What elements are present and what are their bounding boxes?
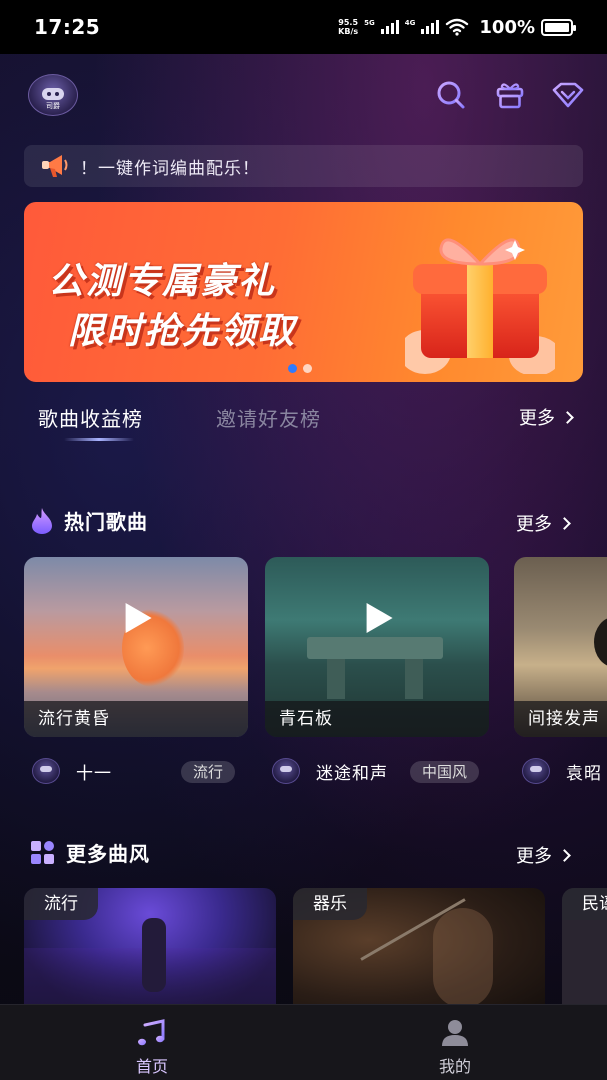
avatar[interactable] bbox=[32, 758, 60, 784]
tab-active-indicator bbox=[64, 438, 134, 441]
avatar[interactable] bbox=[522, 758, 550, 784]
pagination-dot-active bbox=[288, 364, 297, 373]
net-type-4g: 4G bbox=[404, 18, 416, 27]
search-icon[interactable] bbox=[434, 78, 468, 112]
song-name: 流行黄昏 bbox=[24, 701, 248, 737]
more-label: 更多 bbox=[519, 408, 555, 429]
tab-song-earnings[interactable]: 歌曲收益榜 bbox=[38, 403, 143, 432]
genre-tag: 中国风 bbox=[410, 761, 480, 783]
stone-slab bbox=[307, 637, 443, 659]
style-card[interactable]: 器乐 bbox=[293, 888, 545, 1018]
song-card[interactable]: 间接发声 bbox=[514, 557, 607, 737]
nav-item-me[interactable]: 我的 bbox=[415, 1019, 495, 1077]
more-label: 更多 bbox=[516, 514, 552, 535]
song-card[interactable]: 青石板 bbox=[265, 557, 489, 737]
more-styles-more-button[interactable]: 更多 bbox=[516, 842, 571, 868]
bottom-nav: 首页 我的 bbox=[0, 1004, 607, 1080]
banner-title-line2: 限时抢先领取 bbox=[68, 311, 297, 352]
more-styles-heading: 更多曲风 bbox=[30, 838, 150, 867]
diamond-icon[interactable] bbox=[551, 78, 585, 112]
gift-box-illustration bbox=[405, 238, 555, 374]
style-card[interactable]: 民谣 bbox=[562, 888, 607, 1018]
genre-tag: 流行 bbox=[181, 761, 236, 783]
play-icon[interactable] bbox=[125, 603, 152, 633]
status-time: 17:25 bbox=[34, 15, 101, 39]
song-meta: 迷途和声 bbox=[272, 758, 388, 784]
singer-name: 十一 bbox=[76, 763, 112, 784]
style-label: 民谣 bbox=[562, 888, 607, 920]
style-label: 器乐 bbox=[293, 888, 367, 920]
section-title: 热门歌曲 bbox=[64, 510, 148, 534]
singer-name: 袁昭 bbox=[566, 763, 602, 784]
signal-icon bbox=[421, 20, 440, 34]
signal-icon bbox=[380, 20, 399, 34]
song-meta: 十一 bbox=[32, 758, 112, 784]
style-card[interactable]: 流行 bbox=[24, 888, 276, 1018]
song-name: 青石板 bbox=[265, 701, 489, 737]
more-label: 更多 bbox=[516, 846, 552, 867]
music-note-icon bbox=[138, 1019, 165, 1046]
battery-percent: 100% bbox=[479, 16, 535, 38]
chevron-right-icon bbox=[558, 516, 571, 530]
section-title: 更多曲风 bbox=[66, 842, 150, 866]
nav-label: 首页 bbox=[135, 1057, 168, 1076]
flame-icon bbox=[32, 507, 52, 534]
gift-icon[interactable] bbox=[493, 78, 527, 112]
megaphone-icon bbox=[42, 155, 68, 177]
nav-item-home[interactable]: 首页 bbox=[112, 1019, 192, 1077]
pagination-dot bbox=[303, 364, 312, 373]
banner-title-line1: 公测专属豪礼 bbox=[48, 261, 277, 302]
singer-name: 迷途和声 bbox=[316, 763, 388, 784]
performer-silhouette bbox=[142, 918, 166, 992]
tab-invite-friends[interactable]: 邀请好友榜 bbox=[216, 403, 321, 432]
logo-face-icon bbox=[42, 88, 64, 100]
chevron-right-icon bbox=[561, 410, 574, 424]
hot-songs-heading: 热门歌曲 bbox=[30, 506, 148, 535]
app-logo[interactable]: 司爵 bbox=[28, 74, 78, 116]
banner-pagination bbox=[288, 364, 312, 373]
status-indicators: 95.5 KB/s 5G 4G 100% bbox=[338, 16, 576, 38]
logo-text: 司爵 bbox=[46, 102, 60, 110]
song-card[interactable]: 流行黄昏 bbox=[24, 557, 248, 737]
ranking-more-button[interactable]: 更多 bbox=[519, 404, 574, 430]
chevron-right-icon bbox=[558, 848, 571, 862]
song-meta: 袁昭 bbox=[522, 758, 602, 784]
status-bar: 17:25 95.5 KB/s 5G 4G 100% bbox=[0, 0, 607, 54]
notice-text: ！一键作词编曲配乐！ bbox=[80, 158, 260, 179]
battery-icon bbox=[541, 18, 576, 36]
wifi-icon bbox=[446, 18, 469, 36]
net-speed: 95.5 KB/s bbox=[338, 18, 359, 36]
nav-label: 我的 bbox=[438, 1057, 471, 1076]
promo-banner[interactable]: 公测专属豪礼 限时抢先领取 bbox=[24, 202, 583, 382]
song-name: 间接发声 bbox=[514, 701, 607, 737]
grid-icon bbox=[31, 840, 54, 864]
style-label: 流行 bbox=[24, 888, 98, 920]
app-screen: 17:25 95.5 KB/s 5G 4G 100% 司爵 ！一键作词编曲配乐！… bbox=[0, 0, 607, 1080]
notice-bar[interactable]: ！一键作词编曲配乐！ bbox=[24, 145, 583, 187]
hot-songs-more-button[interactable]: 更多 bbox=[516, 510, 571, 536]
avatar[interactable] bbox=[272, 758, 300, 784]
net-type-5g: 5G bbox=[364, 18, 375, 27]
user-icon bbox=[442, 1020, 468, 1046]
play-icon[interactable] bbox=[366, 603, 393, 633]
